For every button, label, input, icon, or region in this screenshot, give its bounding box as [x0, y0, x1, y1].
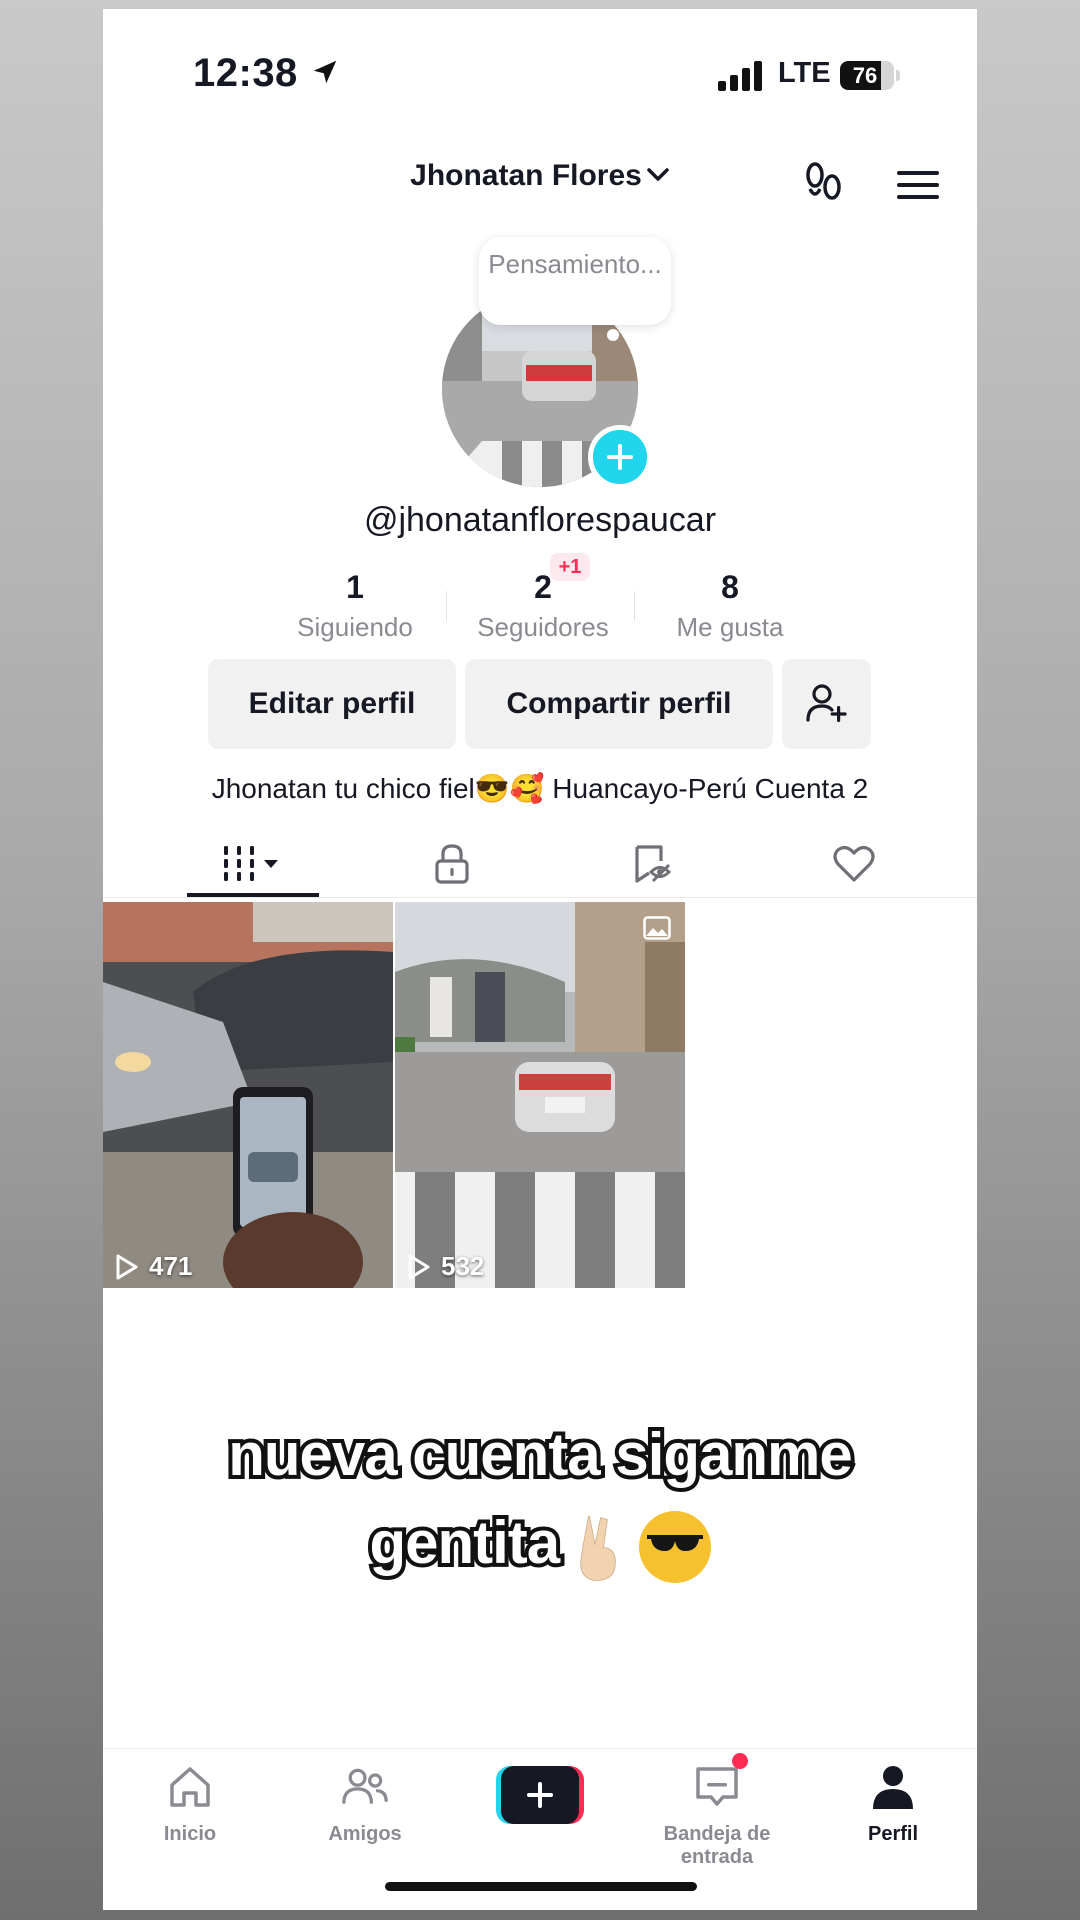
likes-label: Me gusta [676, 612, 784, 642]
tab-liked[interactable] [799, 829, 909, 899]
stat-following[interactable]: 1 Siguiendo [265, 567, 445, 645]
likes-count: 8 [721, 569, 739, 605]
tab-videos[interactable] [187, 829, 319, 899]
add-story-button[interactable] [588, 425, 652, 489]
nav-inbox[interactable]: Bandeja de entrada [632, 1763, 802, 1869]
create-button[interactable] [496, 1766, 584, 1824]
heart-icon [833, 846, 875, 882]
video-thumbnail[interactable]: 532 [395, 902, 685, 1288]
overlay-caption: nueva cuenta siganme gentita [103, 1411, 977, 1587]
tab-reposts[interactable] [597, 829, 707, 899]
signal-icon [718, 61, 762, 91]
home-indicator [385, 1882, 697, 1891]
profile-name: Jhonatan Flores [410, 159, 642, 192]
view-count-text: 532 [441, 1251, 485, 1281]
nav-home-label: Inicio [163, 1823, 217, 1845]
status-time: 12:38 [193, 51, 298, 95]
lock-icon [435, 844, 469, 884]
grid-icon [224, 846, 278, 881]
username-handle: @jhonatanflorespaucar [363, 501, 717, 539]
nav-friends-label: Amigos [328, 1823, 402, 1845]
followers-count: 2 [534, 569, 552, 605]
location-arrow-icon [313, 60, 337, 84]
nav-friends[interactable]: Amigos [280, 1763, 450, 1846]
reposts-icon [635, 845, 672, 883]
thought-bubble-tail [607, 329, 619, 341]
profile-bio: Jhonatan tu chico fiel😎🥰 Huancayo-Perú C… [211, 773, 869, 804]
network-type: LTE [778, 57, 831, 89]
tab-private[interactable] [397, 829, 507, 899]
caption-line-2: gentita [365, 1505, 564, 1580]
stat-likes[interactable]: 8 Me gusta [640, 567, 820, 645]
stat-followers[interactable]: 2 Seguidores [453, 567, 633, 645]
video-view-count: 532 [407, 1251, 484, 1282]
profile-name-switcher[interactable]: Jhonatan Flores [103, 159, 977, 193]
video-view-count: 471 [115, 1251, 192, 1282]
new-followers-badge: +1 [550, 553, 590, 581]
stat-divider [446, 591, 447, 621]
add-user-icon [805, 684, 847, 722]
sunglasses-emoji-icon [638, 1511, 711, 1584]
home-icon [170, 1767, 210, 1807]
chevron-down-icon [647, 168, 669, 181]
profile-icon [873, 1766, 913, 1809]
menu-icon[interactable] [897, 169, 939, 201]
nav-home[interactable]: Inicio [105, 1763, 275, 1846]
video-thumbnail-image [395, 902, 685, 1288]
share-profile-button[interactable]: Compartir perfil [465, 659, 773, 749]
stat-divider [634, 591, 635, 621]
nav-inbox-label: Bandeja de entrada [663, 1823, 771, 1868]
play-icon [408, 1254, 430, 1279]
friends-icon [342, 1768, 388, 1804]
peace-hand-icon [580, 1516, 616, 1581]
view-count-text: 471 [149, 1251, 193, 1281]
add-friends-button[interactable] [782, 659, 871, 749]
thought-bubble[interactable]: Pensamiento... [479, 237, 671, 325]
video-thumbnail-image [103, 902, 393, 1288]
battery-icon: 76 [840, 61, 900, 90]
inbox-icon [696, 1767, 738, 1806]
nav-profile[interactable]: Perfil [808, 1763, 977, 1846]
following-count: 1 [346, 569, 364, 605]
battery-percent: 76 [852, 63, 878, 88]
followers-label: Seguidores [477, 612, 609, 642]
tabs-divider [103, 897, 977, 898]
caption-line-2-row: gentita [103, 1499, 977, 1587]
photo-icon [643, 916, 671, 940]
edit-profile-button[interactable]: Editar perfil [208, 659, 456, 749]
play-icon [116, 1254, 138, 1279]
footprints-icon[interactable] [803, 161, 845, 205]
caption-line-1: nueva cuenta siganme [224, 1417, 857, 1492]
nav-profile-label: Perfil [867, 1823, 919, 1845]
content-tabs [103, 829, 977, 899]
following-label: Siguiendo [297, 612, 413, 642]
phone-screen: 12:38 LTE 76 Jhonatan Flores Pensamiento… [103, 9, 977, 1910]
video-thumbnail[interactable]: 471 [103, 902, 393, 1288]
inbox-notification-dot [732, 1753, 748, 1769]
